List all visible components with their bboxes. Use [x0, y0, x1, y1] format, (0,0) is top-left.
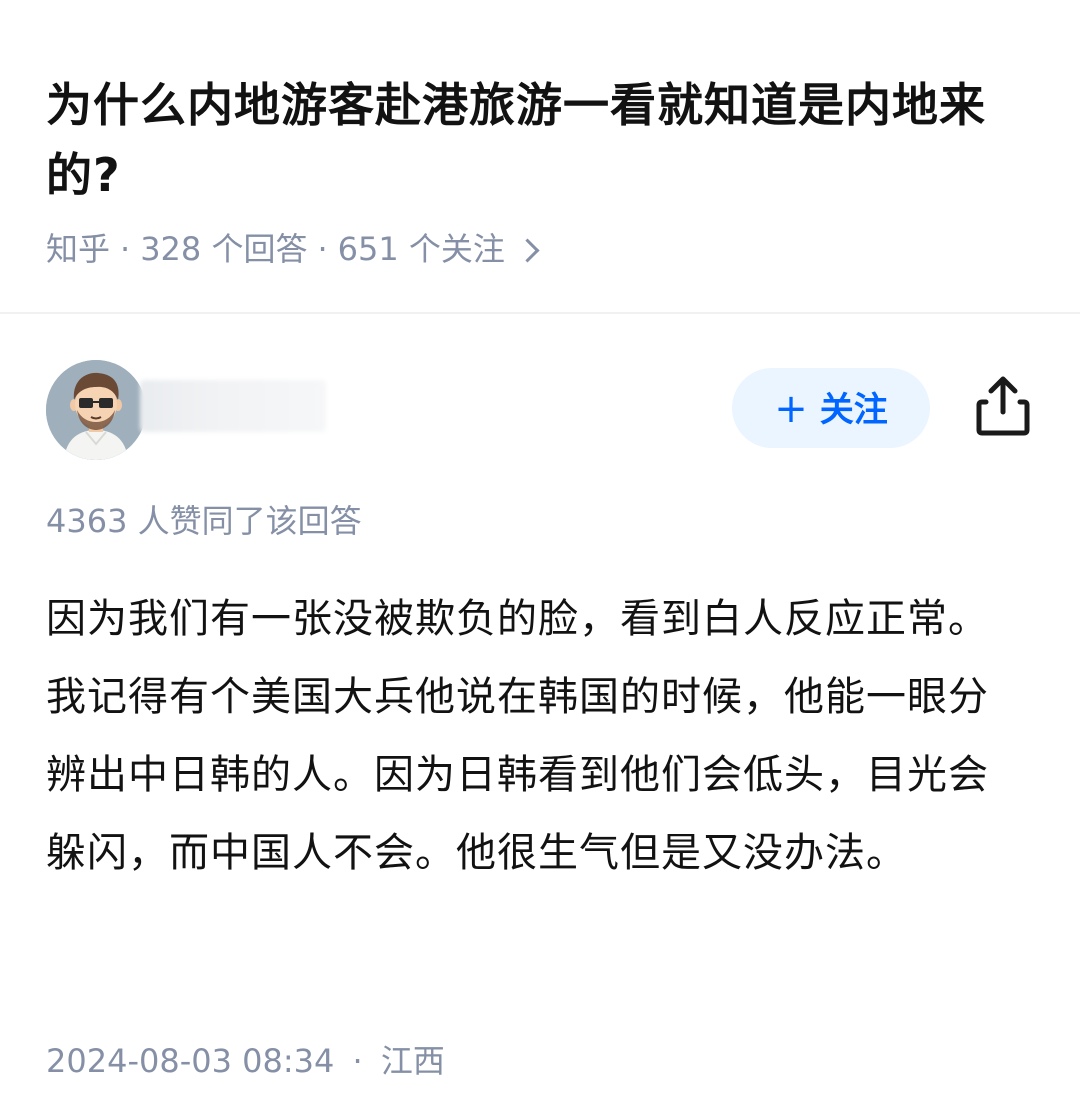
footer-separator: · [352, 1042, 363, 1080]
answers-count[interactable]: 328 个回答 [140, 226, 307, 272]
question-header: 为什么内地游客赴港旅游一看就知道是内地来的? 知乎 · 328 个回答 · 65… [0, 0, 1080, 312]
plus-icon: + [774, 386, 808, 432]
follow-button[interactable]: + 关注 [732, 368, 930, 448]
follow-label: 关注 [819, 390, 888, 430]
section-divider [0, 312, 1080, 314]
share-icon[interactable] [974, 374, 1032, 438]
answer-footer: 2024-08-03 08:34 · 江西 [46, 1038, 445, 1084]
timestamp: 2024-08-03 08:34 [46, 1042, 335, 1080]
vote-count: 4363 人赞同了该回答 [46, 502, 362, 540]
source-label[interactable]: 知乎 [46, 226, 110, 272]
location: 江西 [380, 1042, 445, 1080]
avatar[interactable] [46, 360, 146, 460]
meta-separator: · [317, 230, 328, 268]
avatar-cartoon-glasses-icon [46, 360, 146, 460]
question-title[interactable]: 为什么内地游客赴港旅游一看就知道是内地来的? [46, 70, 1036, 210]
question-meta[interactable]: 知乎 · 328 个回答 · 651 个关注 [46, 226, 540, 272]
author-name-redacted[interactable] [140, 380, 326, 432]
chevron-right-icon[interactable] [515, 237, 540, 263]
answer-content: 因为我们有一张没被欺负的脸，看到白人反应正常。我记得有个美国大兵他说在韩国的时候… [46, 596, 989, 876]
meta-separator: · [120, 230, 131, 268]
followers-count[interactable]: 651 个关注 [338, 226, 505, 272]
